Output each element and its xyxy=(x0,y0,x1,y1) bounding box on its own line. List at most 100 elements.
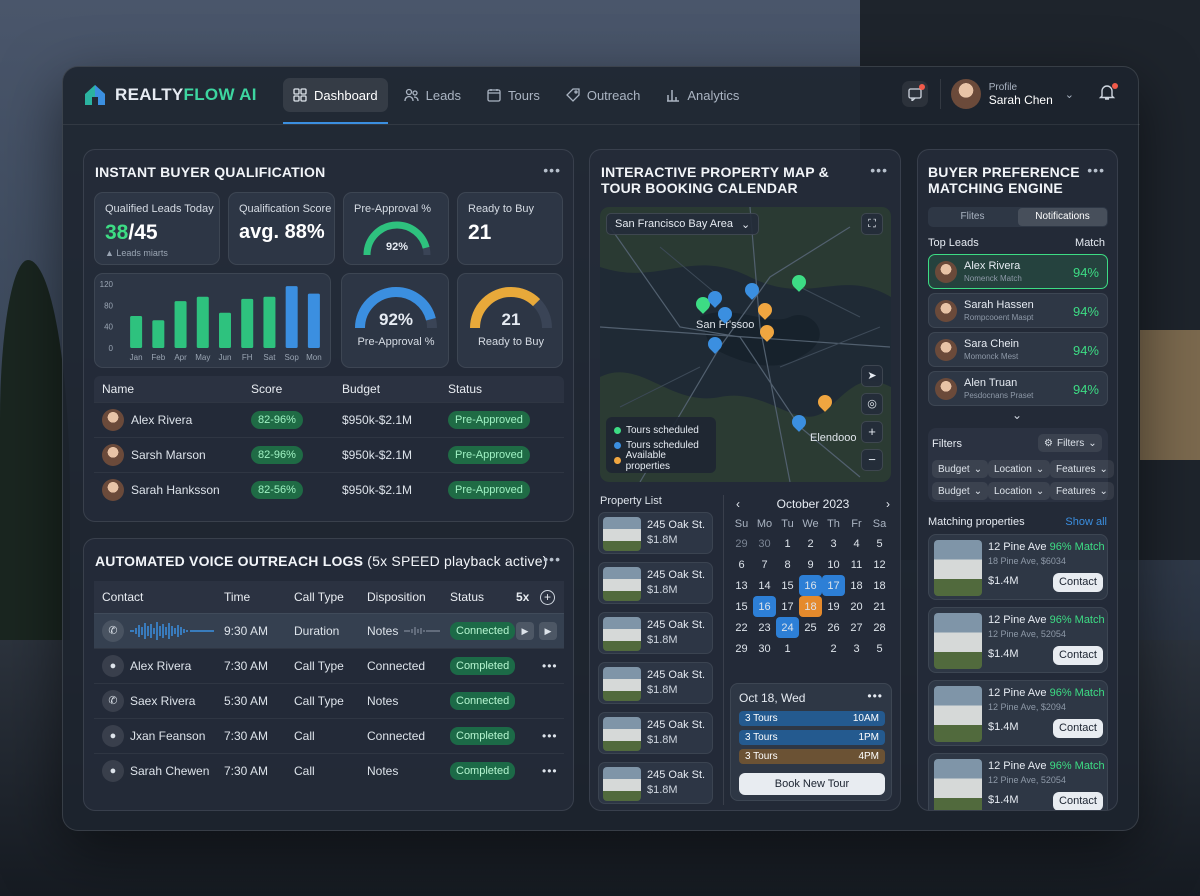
budget-dropdown[interactable]: Budget ⌄ xyxy=(932,482,989,500)
bell-button[interactable] xyxy=(1098,83,1120,105)
lead-row[interactable]: Sara Chein Momonck Mest 94% xyxy=(928,332,1108,367)
features-dropdown[interactable]: Features ⌄ xyxy=(1050,460,1114,478)
calendar-day[interactable]: 22 xyxy=(730,617,753,638)
more-menu-icon[interactable]: ••• xyxy=(543,162,561,178)
calendar-day[interactable]: 18 xyxy=(868,575,891,596)
calendar-day[interactable]: 9 xyxy=(799,554,822,575)
row-more-icon[interactable]: ••• xyxy=(542,729,558,743)
bar[interactable] xyxy=(219,312,231,348)
property-item[interactable]: 245 Oak St. $1.8M xyxy=(598,512,713,554)
nav-dashboard[interactable]: Dashboard xyxy=(283,78,388,124)
add-icon[interactable]: + xyxy=(540,589,555,605)
book-new-tour-button[interactable]: Book New Tour xyxy=(739,773,885,795)
property-item[interactable]: 245 Oak St. $1.8M xyxy=(598,662,713,704)
zoom-in-button[interactable]: + xyxy=(861,421,883,443)
more-menu-icon[interactable]: ••• xyxy=(543,551,561,567)
play-button[interactable]: ▶ xyxy=(539,622,557,640)
calendar-day[interactable]: 19 xyxy=(822,596,845,617)
calendar-day[interactable]: 13 xyxy=(730,575,753,596)
prev-month-button[interactable]: ‹ xyxy=(730,497,746,511)
logo[interactable]: REALTYFLOW AI xyxy=(83,83,257,107)
phone-button[interactable]: ✆ xyxy=(102,620,124,642)
tab-filters[interactable]: Flites xyxy=(928,207,1017,227)
play-button[interactable]: ▶ xyxy=(516,622,534,640)
calendar-day[interactable] xyxy=(799,638,822,659)
calendar-day[interactable]: 29 xyxy=(730,638,753,659)
more-menu-icon[interactable]: ••• xyxy=(870,162,888,178)
matching-property-card[interactable]: 12 Pine Ave 96% Match 12 Pine Ave, $2094 $… xyxy=(928,680,1108,746)
expand-chevron-icon[interactable]: ⌄ xyxy=(1012,408,1022,422)
table-row[interactable]: Sarah Hanksson 82-56% $950k-$2.1M Pre-Ap… xyxy=(94,472,564,507)
table-row[interactable]: Alex Rivera 82-96% $950k-$2.1M Pre-Appro… xyxy=(94,402,564,437)
speed-label[interactable]: 5x xyxy=(516,590,529,604)
profile-menu[interactable]: Profile Sarah Chen ⌄ xyxy=(939,79,1074,109)
nav-analytics[interactable]: Analytics xyxy=(656,78,749,112)
calendar-day[interactable]: 4 xyxy=(845,533,868,554)
bar[interactable] xyxy=(130,316,143,348)
bar[interactable] xyxy=(241,298,254,348)
lead-row[interactable]: Alex Rivera Nomenck Match 94% xyxy=(928,254,1108,289)
calendar-day[interactable]: 17 xyxy=(776,596,799,617)
bar[interactable] xyxy=(152,320,165,348)
filters-button[interactable]: ⚙ Filters ⌄ xyxy=(1038,434,1102,452)
features-dropdown[interactable]: Features ⌄ xyxy=(1050,482,1114,500)
nav-outreach[interactable]: Outreach xyxy=(556,78,650,112)
calendar-day[interactable]: 7 xyxy=(753,554,776,575)
bar[interactable] xyxy=(196,296,209,348)
table-row[interactable]: ✆ Saex Rivera 5:30 AM Call Type Notes Co… xyxy=(94,683,564,718)
tour-slot[interactable]: 3 Tours 4PM xyxy=(739,749,885,764)
location-dropdown[interactable]: Location ⌄ xyxy=(988,460,1051,478)
calendar-day[interactable]: 28 xyxy=(868,617,891,638)
calendar-day[interactable]: 6 xyxy=(730,554,753,575)
calendar-day[interactable]: 15 xyxy=(730,596,753,617)
calendar-day[interactable]: 25 xyxy=(799,617,822,638)
calendar-day[interactable]: 29 xyxy=(730,533,753,554)
table-row[interactable]: ● Alex Rivera 7:30 AM Call Type Connecte… xyxy=(94,648,564,683)
contact-button[interactable]: Contact xyxy=(1053,646,1103,665)
calendar-day[interactable]: 1 xyxy=(776,533,799,554)
calendar-day[interactable]: 26 xyxy=(822,617,845,638)
row-more-icon[interactable]: ••• xyxy=(542,764,558,778)
nav-tours[interactable]: Tours xyxy=(477,78,550,112)
location-dropdown[interactable]: Location ⌄ xyxy=(988,482,1051,500)
calendar-day[interactable]: 3 xyxy=(822,533,845,554)
matching-property-card[interactable]: 12 Pine Ave 96% Match 12 Pine Ave, 52054 $… xyxy=(928,607,1108,673)
calendar-day[interactable]: 27 xyxy=(845,617,868,638)
calendar-day[interactable]: 8 xyxy=(776,554,799,575)
calendar-day-highlight[interactable]: 16 xyxy=(799,575,822,596)
lead-row[interactable]: Sarah Hassen Rompcooent Maspt 94% xyxy=(928,293,1108,328)
more-menu-icon[interactable]: ••• xyxy=(867,689,883,703)
matching-property-card[interactable]: 12 Pine Ave 96% Match 12 Pine Ave, 52054 $… xyxy=(928,753,1108,810)
calendar-day[interactable]: 30 xyxy=(753,638,776,659)
tour-slot[interactable]: 3 Tours 1PM xyxy=(739,730,885,745)
calendar-day[interactable]: 2 xyxy=(799,533,822,554)
calendar-day[interactable]: 11 xyxy=(845,554,868,575)
nav-leads[interactable]: Leads xyxy=(394,78,471,112)
matching-property-card[interactable]: 12 Pine Ave 96% Match 18 Pine Ave, $6034 $… xyxy=(928,534,1108,600)
calendar-day[interactable]: 5 xyxy=(868,638,891,659)
calendar-day[interactable]: 18 xyxy=(845,575,868,596)
navigate-button[interactable]: ➤ xyxy=(861,365,883,387)
property-item[interactable]: 245 Oak St. $1.8M xyxy=(598,712,713,754)
lead-row[interactable]: Alen Truan Pesdocnans Praset 94% xyxy=(928,371,1108,406)
locate-button[interactable]: ◎ xyxy=(861,393,883,415)
calendar-day[interactable]: 3 xyxy=(845,638,868,659)
zoom-out-button[interactable]: − xyxy=(861,449,883,471)
contact-button[interactable]: Contact xyxy=(1053,573,1103,592)
calendar-day[interactable]: 15 xyxy=(776,575,799,596)
calendar-day[interactable]: 5 xyxy=(868,533,891,554)
tour-slot[interactable]: 3 Tours 10AM xyxy=(739,711,885,726)
calendar-day-selected[interactable]: 18 xyxy=(799,596,822,617)
bar[interactable] xyxy=(174,301,187,348)
table-row[interactable]: Sarsh Marson 82-96% $950k-$2.1M Pre-Appr… xyxy=(94,437,564,472)
bar[interactable] xyxy=(307,293,320,348)
next-month-button[interactable]: › xyxy=(880,497,896,511)
fullscreen-button[interactable]: ⛶ xyxy=(861,213,883,235)
calendar-day[interactable]: 21 xyxy=(868,596,891,617)
property-item[interactable]: 245 Oak St. $1.8M xyxy=(598,762,713,804)
table-row[interactable]: ● Jxan Feanson 7:30 AM Call Connected Co… xyxy=(94,718,564,753)
calendar-day-highlight[interactable]: 16 xyxy=(753,596,776,617)
property-item[interactable]: 245 Oak St. $1.8M xyxy=(598,562,713,604)
table-row[interactable]: ● Sarah Chewen 7:30 AM Call Notes Comple… xyxy=(94,753,564,788)
tab-notifications[interactable]: Notifications xyxy=(1018,208,1107,226)
